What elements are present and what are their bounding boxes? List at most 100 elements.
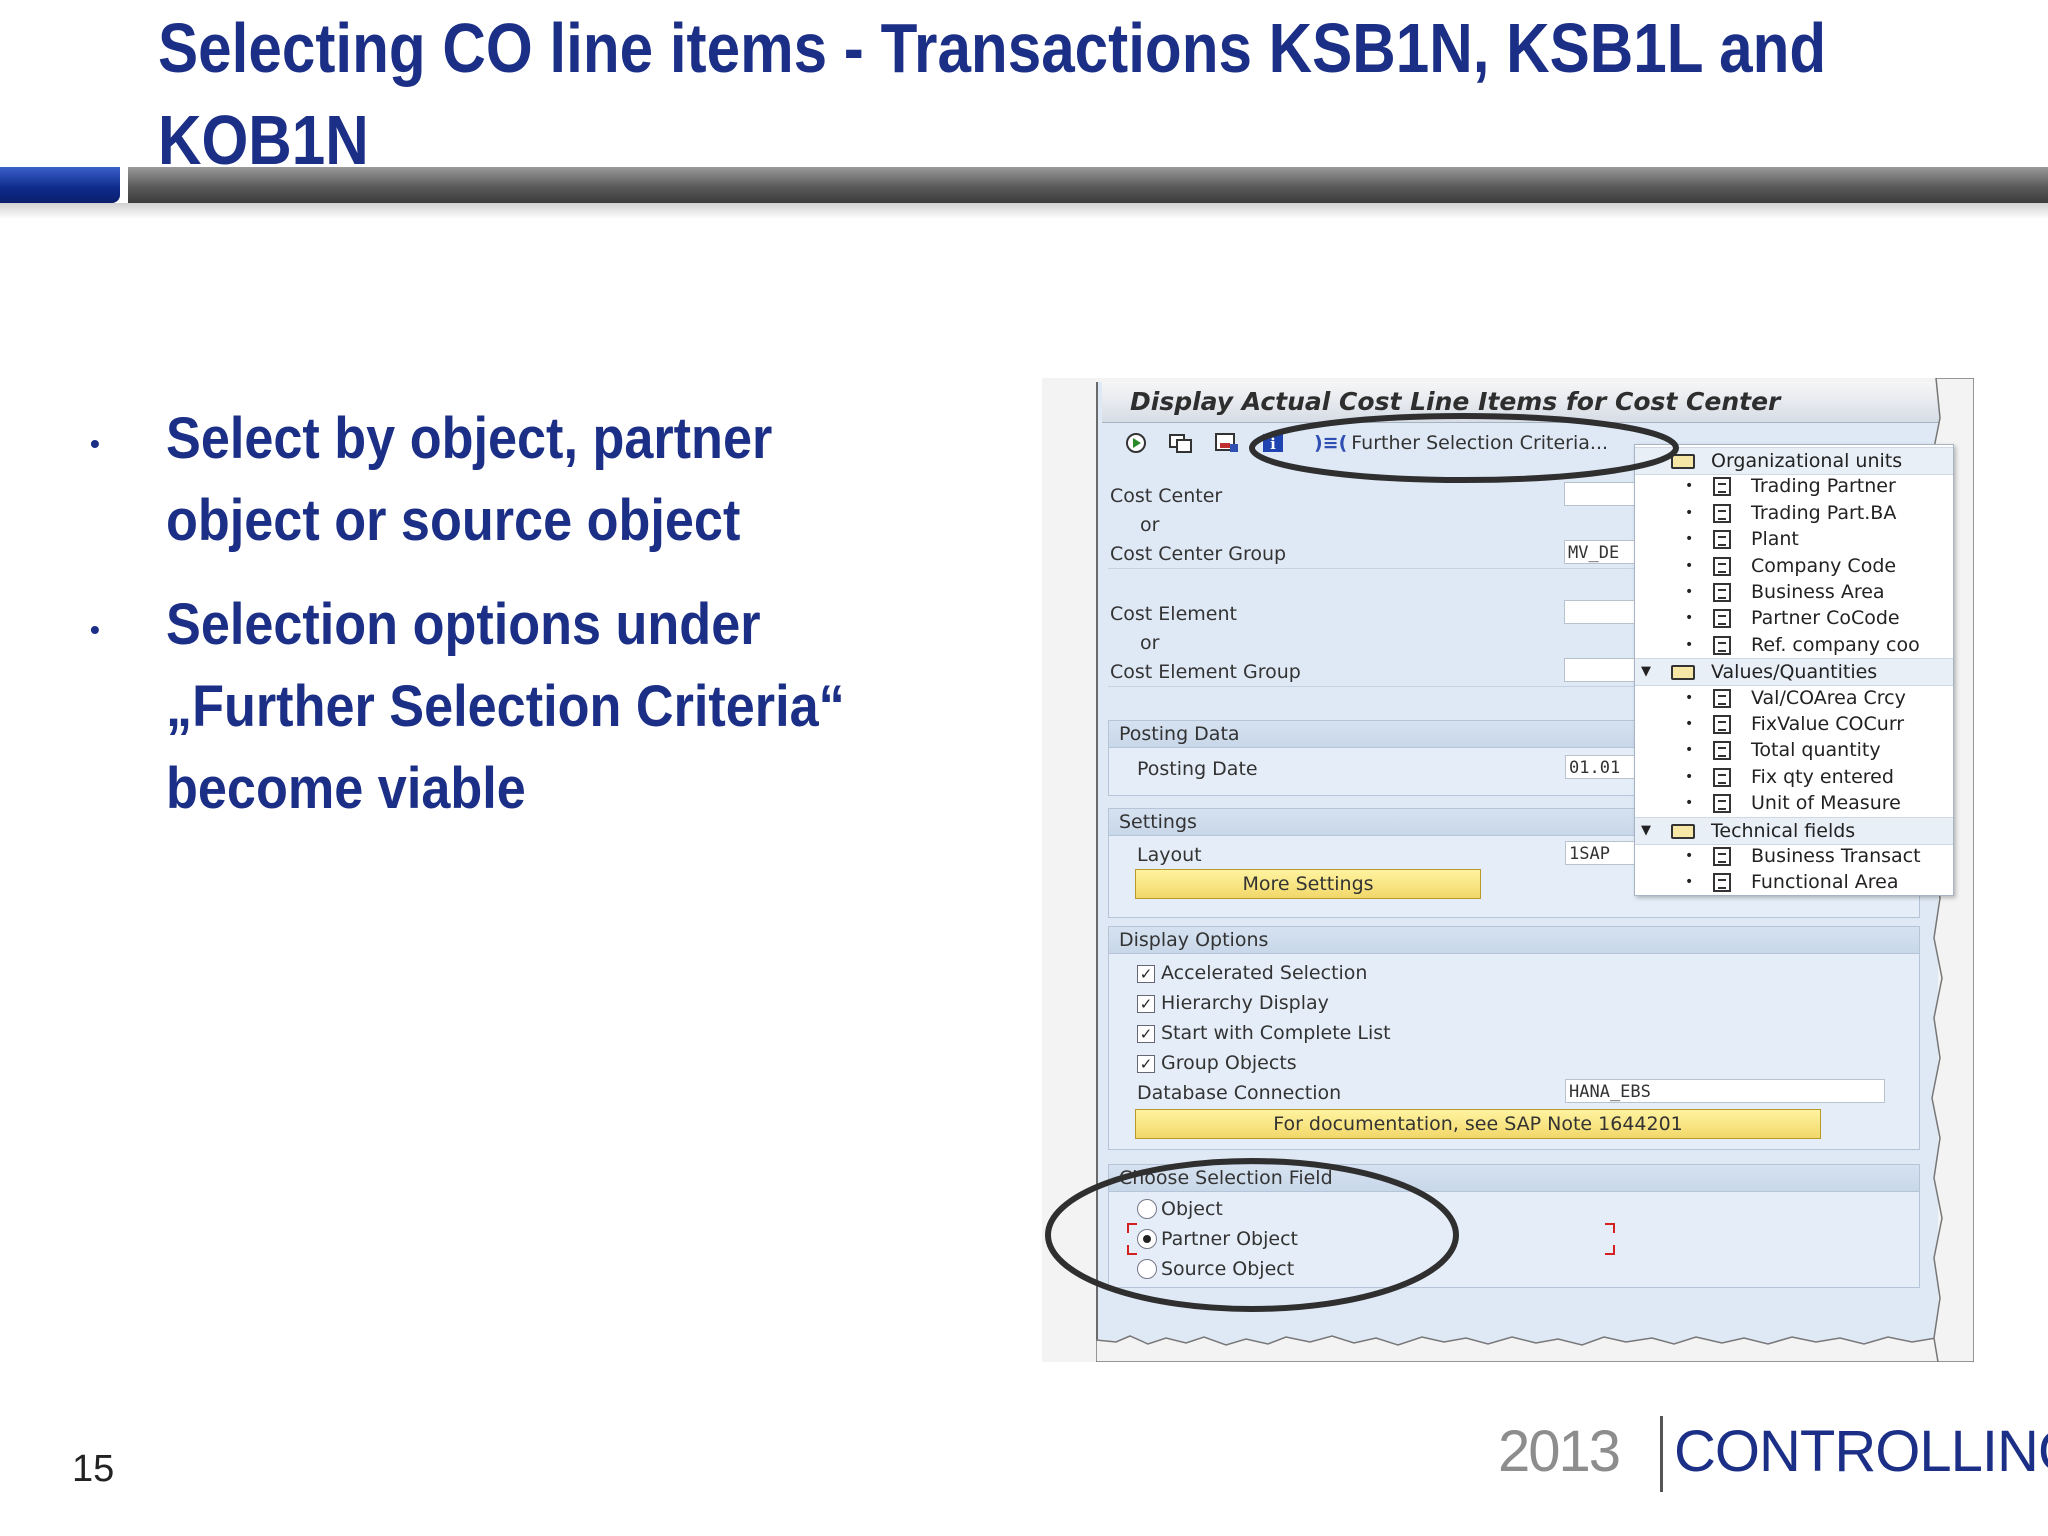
tree-bullet: • bbox=[1685, 504, 1694, 521]
logo-year: 2013 bbox=[1498, 1419, 1621, 1484]
focus-marker bbox=[1605, 1245, 1615, 1255]
tree-item-label: Unit of Measure bbox=[1751, 792, 1901, 815]
tree-item-label: Trading Part.BA bbox=[1751, 501, 1897, 524]
field-document-icon bbox=[1713, 847, 1731, 866]
tree-bullet: • bbox=[1685, 716, 1694, 732]
tree-folder-label: Technical fields bbox=[1711, 819, 1856, 842]
tree-item-label: Val/COArea Crcy bbox=[1751, 686, 1906, 709]
tree-item[interactable]: • Ref. company coo bbox=[1635, 632, 1953, 658]
tree-bullet: • bbox=[1685, 584, 1694, 600]
bullet-text: Selection options under „Further Selecti… bbox=[166, 592, 845, 821]
logo-divider bbox=[1660, 1416, 1663, 1492]
bullet-text: Select by object, partner object or sour… bbox=[166, 406, 773, 553]
tree-item[interactable]: • Val/COArea Crcy bbox=[1635, 685, 1953, 711]
further-selection-tree: Organizational units • Trading Partner • Tra… bbox=[1634, 444, 1954, 896]
accelerated-selection-checkbox[interactable]: ✓ bbox=[1137, 965, 1155, 983]
callout-ellipse-selection-field bbox=[1045, 1158, 1459, 1312]
tree-bullet: • bbox=[1685, 557, 1694, 574]
field-document-icon bbox=[1713, 873, 1731, 893]
cost-element-group-label: Cost Element Group bbox=[1110, 661, 1301, 683]
tree-item-label: Plant bbox=[1751, 528, 1799, 551]
cost-element-label: Cost Element bbox=[1110, 603, 1237, 625]
field-document-icon bbox=[1713, 556, 1731, 576]
start-complete-list-label: Start with Complete List bbox=[1161, 1022, 1391, 1044]
tree-item-label: FixValue COCurr bbox=[1751, 713, 1905, 735]
bullet-item: • Selection options under „Further Selec… bbox=[90, 584, 950, 830]
tree-item[interactable]: • Unit of Measure bbox=[1635, 790, 1953, 816]
tree-bullet: • bbox=[1685, 874, 1694, 891]
tree-bullet: • bbox=[1685, 768, 1694, 785]
tree-folder[interactable]: ▼ Values/Quantities bbox=[1635, 658, 1953, 687]
save-variant-icon[interactable] bbox=[1214, 432, 1238, 454]
field-document-icon bbox=[1713, 609, 1731, 629]
title-underline-accent bbox=[0, 167, 120, 203]
execute-icon[interactable] bbox=[1124, 432, 1148, 454]
accelerated-selection-label: Accelerated Selection bbox=[1161, 962, 1368, 984]
get-variant-icon[interactable] bbox=[1168, 432, 1192, 454]
layout-label: Layout bbox=[1137, 844, 1202, 866]
title-underline-bar bbox=[128, 167, 2048, 203]
cost-center-group-label: Cost Center Group bbox=[1110, 543, 1287, 565]
tree-item[interactable]: • Partner CoCode bbox=[1635, 605, 1953, 631]
tree-item-label: Business Transact bbox=[1751, 845, 1921, 867]
tree-item-label: Fix qty entered bbox=[1751, 765, 1894, 788]
tree-item[interactable]: • Company Code bbox=[1635, 553, 1953, 579]
tree-item-label: Company Code bbox=[1751, 554, 1897, 577]
posting-date-label: Posting Date bbox=[1137, 758, 1258, 780]
tree-item[interactable]: • Fix qty entered bbox=[1635, 764, 1953, 790]
tree-folder[interactable]: ▼ Technical fields bbox=[1635, 816, 1953, 845]
tree-bullet: • bbox=[1685, 689, 1694, 706]
tree-item[interactable]: • FixValue COCurr bbox=[1635, 711, 1953, 737]
database-connection-label: Database Connection bbox=[1137, 1082, 1342, 1104]
field-document-icon bbox=[1713, 794, 1731, 814]
group-objects-label: Group Objects bbox=[1161, 1052, 1297, 1074]
tree-item-label: Partner CoCode bbox=[1751, 607, 1900, 630]
expand-caret-icon[interactable]: ▼ bbox=[1641, 659, 1651, 685]
expand-caret-icon[interactable]: ▼ bbox=[1641, 818, 1651, 844]
more-settings-button[interactable]: More Settings bbox=[1135, 869, 1481, 899]
tree-item[interactable]: • Business Area bbox=[1635, 579, 1953, 605]
field-document-icon bbox=[1713, 503, 1731, 523]
bullet-item: • Select by object, partner object or so… bbox=[90, 398, 950, 562]
tree-item[interactable]: • Business Transact bbox=[1635, 843, 1953, 869]
bullet-dot: • bbox=[90, 614, 100, 645]
tree-item[interactable]: • Functional Area bbox=[1635, 869, 1953, 895]
hierarchy-display-label: Hierarchy Display bbox=[1161, 992, 1329, 1014]
focus-marker bbox=[1605, 1223, 1615, 1233]
field-document-icon bbox=[1713, 767, 1731, 787]
or-label: or bbox=[1140, 514, 1160, 536]
tree-folder-label: Organizational units bbox=[1711, 450, 1903, 472]
folder-icon bbox=[1671, 823, 1695, 839]
field-document-icon bbox=[1713, 477, 1731, 497]
tree-item-label: Business Area bbox=[1751, 581, 1885, 603]
tree-bullet: • bbox=[1685, 848, 1694, 864]
tree-bullet: • bbox=[1685, 795, 1694, 812]
bullet-list: • Select by object, partner object or so… bbox=[90, 398, 950, 852]
field-document-icon bbox=[1713, 741, 1731, 761]
tree-item[interactable]: • Trading Part.BA bbox=[1635, 500, 1953, 526]
title-underline-shadow bbox=[0, 203, 2048, 219]
folder-icon bbox=[1671, 665, 1695, 681]
database-connection-input[interactable]: HANA_EBS bbox=[1565, 1079, 1885, 1103]
tree-bullet: • bbox=[1685, 610, 1694, 627]
torn-paper-edge bbox=[1096, 1335, 1956, 1362]
tree-bullet: • bbox=[1685, 478, 1694, 495]
display-options-group: Display Options ✓ Accelerated Selection … bbox=[1108, 926, 1920, 1150]
sap-note-button[interactable]: For documentation, see SAP Note 1644201 bbox=[1135, 1109, 1821, 1139]
tree-bullet: • bbox=[1685, 636, 1694, 653]
tree-item[interactable]: • Total quantity bbox=[1635, 737, 1953, 763]
display-options-header: Display Options bbox=[1109, 927, 1919, 954]
tree-item[interactable]: • Plant bbox=[1635, 526, 1953, 552]
callout-ellipse-further-selection bbox=[1249, 413, 1679, 483]
start-complete-list-checkbox[interactable]: ✓ bbox=[1137, 1025, 1155, 1043]
tree-item-label: Trading Partner bbox=[1751, 475, 1896, 498]
field-document-icon bbox=[1713, 688, 1731, 708]
tree-bullet: • bbox=[1685, 531, 1694, 548]
tree-folder-label: Values/Quantities bbox=[1711, 661, 1878, 684]
hierarchy-display-checkbox[interactable]: ✓ bbox=[1137, 995, 1155, 1013]
page-number: 15 bbox=[72, 1448, 115, 1490]
field-document-icon bbox=[1713, 715, 1731, 734]
logo-word: CONTROLLING bbox=[1674, 1419, 2048, 1484]
group-objects-checkbox[interactable]: ✓ bbox=[1137, 1055, 1155, 1073]
tree-item-label: Functional Area bbox=[1751, 871, 1899, 894]
